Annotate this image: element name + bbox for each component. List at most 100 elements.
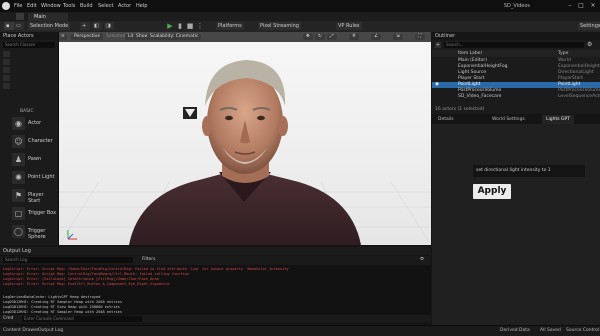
place-item-actor[interactable]: ◉ Actor [12,115,57,133]
viewport-menu-icon[interactable]: ≡ [61,34,67,40]
snap-scale-icon[interactable]: ⇲ [393,34,403,40]
source-control-button[interactable]: Source Control [566,328,599,334]
menu-actor[interactable]: Actor [118,3,131,9]
unreal-logo-icon [2,2,10,10]
all-saved-status[interactable]: All Saved [540,328,561,334]
character-render [129,60,361,245]
category-visual-icon[interactable] [3,83,10,89]
platforms-button[interactable]: Platforms [216,22,244,30]
menu-file[interactable]: File [14,3,22,9]
place-item-trigger-box[interactable]: ▢ Trigger Box [12,205,57,223]
level-icon [16,13,24,20]
output-log-title: Output Log [0,247,431,255]
tab-world-settings[interactable]: World Settings [488,115,529,124]
category-recent-icon[interactable] [3,51,10,57]
menu-bar: File Edit Window Tools Build Select Acto… [0,0,600,12]
cinematics-icon[interactable]: ◨ [104,22,114,30]
menu-build[interactable]: Build [80,3,93,9]
pawn-icon: ♟ [12,153,25,166]
category-icons [3,51,11,95]
menu-edit[interactable]: Edit [27,3,37,9]
perspective-button[interactable]: Perspective [71,34,104,40]
scalability-button[interactable]: Scalability: Cinematic [147,34,202,40]
more-play-options-icon[interactable]: ⋮ [196,22,204,30]
derived-data-button[interactable]: Derived Data [500,328,530,334]
settings-button[interactable]: Settings [578,22,600,30]
tab-details[interactable]: Details [434,115,458,124]
close-icon[interactable]: × [589,2,597,10]
stop-icon[interactable]: ■ [186,22,194,30]
place-actors-panel: Place Actors Search Classes BASIC ◉ Actor… [0,32,59,245]
column-type[interactable]: Type [558,51,568,57]
apply-button[interactable]: Apply [473,184,511,199]
outliner-title: Outliner [432,32,600,40]
actor-count-status: 16 actors (1 selected) [435,107,485,112]
play-icon[interactable]: ▶ [166,22,174,30]
search-input[interactable]: Search Classes [3,42,55,48]
log-line: LogScript: Error: Script Msg: EvalCtrl_B… [3,282,170,286]
console-command-bar: Cmd Enter Console Command [0,315,431,323]
snap-grid-icon[interactable]: # [349,34,359,40]
console-command-input[interactable]: Enter Console Command [22,316,142,322]
maximize-icon[interactable]: □ [577,2,585,10]
menu-help[interactable]: Help [136,3,147,9]
axis-widget-icon [67,230,77,240]
outliner-search-input[interactable]: Search... [444,42,584,48]
outliner-row[interactable]: SD_Video_Facecare LevelSequenceActor [432,94,600,100]
place-item-character[interactable]: ☺ Character [12,133,57,151]
level-tab-bar: Main [0,12,600,21]
cmd-dropdown[interactable]: Cmd [3,316,13,322]
panel-title: Place Actors [0,32,58,40]
save-icon[interactable]: ▪ [4,22,14,30]
log-settings-icon[interactable]: ⚙ [420,257,424,263]
status-bar: Content Drawer Output Log Derived Data A… [0,325,600,336]
folder-icon[interactable]: ▭ [14,22,24,30]
place-item-trigger-sphere[interactable]: ◯ Trigger Sphere [12,223,57,241]
column-item-label[interactable]: Item Label [458,51,482,57]
maximize-viewport-icon[interactable]: ⛶ [415,34,425,40]
actor-icon: ◉ [12,117,25,130]
output-log-button[interactable]: Output Log [38,328,63,334]
place-item-player-start[interactable]: ⚑ Player Start [12,187,57,205]
step-icon[interactable]: ▮ [176,22,184,30]
viewport-toolbar: ≡ Perspective SelectedCamera Lit Show Sc… [59,32,431,42]
menu-window[interactable]: Window [41,3,61,9]
level-viewport[interactable]: ≡ Perspective SelectedCamera Lit Show Sc… [59,32,431,245]
snap-rotation-icon[interactable]: ∠ [371,34,381,40]
lights-gpt-command-input[interactable]: set directional light intensity to 1 [473,165,585,177]
menu-select[interactable]: Select [98,3,113,9]
rotate-icon[interactable]: ↻ [315,34,325,40]
player-start-icon: ⚑ [12,189,25,202]
minimize-icon[interactable]: – [566,2,574,10]
output-log-toolbar: Search Log Filters ⚙ [0,256,431,265]
add-content-icon[interactable]: + [80,22,90,30]
category-label: BASIC [20,109,34,114]
pixel-streaming-button[interactable]: Pixel Streaming [258,22,301,30]
vr-rules-button[interactable]: VP Rules [336,22,362,30]
window-title: SD_Videos [503,3,530,9]
details-tabbar: Details World Settings Lights GPT [432,115,600,124]
place-item-point-light[interactable]: ✺ Point Light [12,169,57,187]
add-actor-icon[interactable]: + [435,42,441,48]
place-item-pawn[interactable]: ♟ Pawn [12,151,57,169]
category-basic-icon[interactable] [3,59,10,65]
tab-lights-gpt[interactable]: Lights GPT [542,115,574,124]
tab-main[interactable]: Main [28,13,68,21]
menu-tools[interactable]: Tools [63,3,75,9]
filters-dropdown[interactable]: Filters [142,257,156,263]
translate-icon[interactable]: ✥ [303,34,313,40]
log-search-input[interactable]: Search Log [3,257,133,263]
scale-icon[interactable]: ⤢ [327,34,337,40]
outliner-column-header: Item Label Type [432,50,600,57]
light-gizmo-icon[interactable] [183,104,197,119]
outliner-panel: Outliner + Search... ⚙ Item Label Type M… [432,32,600,114]
content-drawer-button[interactable]: Content Drawer [3,328,39,334]
category-shapes-icon[interactable] [3,75,10,81]
selection-mode-button[interactable]: Selection Mode [28,22,71,30]
category-lights-icon[interactable] [3,67,10,73]
blueprint-icon[interactable]: ◧ [92,22,102,30]
light-bulb-icon: ✺ [12,171,25,184]
trigger-box-icon: ▢ [12,207,25,220]
trigger-sphere-icon: ◯ [12,225,25,238]
outliner-settings-icon[interactable]: ⚙ [587,42,593,48]
